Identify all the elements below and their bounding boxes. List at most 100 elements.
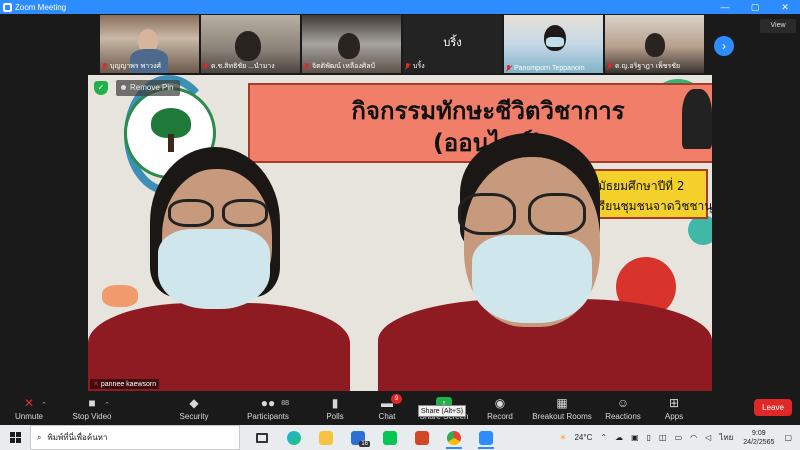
participant-thumbnail[interactable]: จิตติพัฒน์ เหลืองศิลป์	[302, 15, 401, 73]
zoom-shape	[479, 430, 493, 445]
close-button[interactable]: ✕	[770, 0, 800, 14]
participant-name: ด.ช.สิทธิชัย ...นำมาง	[211, 63, 275, 70]
maximize-button[interactable]: ▢	[740, 0, 770, 14]
weather-icon[interactable]: ☀	[555, 433, 570, 442]
edge-shape	[287, 430, 301, 445]
participant-thumbnail[interactable]: Panomporn Teppanom	[504, 15, 603, 73]
participant-name: บุญญาพร พาวงศ์	[110, 63, 161, 70]
zoom-taskbar-icon[interactable]	[470, 425, 502, 450]
task-view-shape	[256, 432, 268, 443]
participant-label: ด.ญ.อริฐาฎา เพ็ชรชัย	[607, 61, 680, 72]
muted-mic-icon: ✕	[93, 381, 99, 388]
participant-head	[235, 31, 261, 61]
record-button[interactable]: ◉ Record	[478, 392, 522, 425]
glasses-left-lens	[458, 193, 516, 235]
leave-button[interactable]: Leave	[754, 399, 792, 416]
usb-icon[interactable]: ▯	[643, 433, 655, 442]
chevron-up-icon[interactable]: ⌃	[41, 399, 47, 412]
line-app-icon[interactable]	[374, 425, 406, 450]
reactions-button[interactable]: ☺ Reactions	[598, 392, 648, 425]
video-camera-icon: ■ ⌃	[88, 395, 110, 410]
network-icon[interactable]: ◫	[655, 433, 671, 442]
shield-icon: ◆	[189, 395, 199, 410]
apps-icon: ⊞	[668, 395, 680, 410]
meeting-area: บุญญาพร พาวงศ์ ด.ช.สิทธิชัย ...นำมาง จิต…	[0, 14, 800, 392]
meeting-toolbar: ✕ ⌃ Unmute ■ ⌃ Stop Video ◆ Security ●● 88 …	[0, 392, 800, 425]
cloud-icon[interactable]: ☁	[611, 433, 627, 442]
windows-taskbar: ⌕ พิมพ์ที่นี่เพื่อค้นหา 16 ☀ 24°C ⌃ ☁ ▣ …	[0, 425, 800, 450]
participants-count: 88	[281, 399, 289, 407]
participant-label: บริ้ง	[405, 61, 425, 72]
participant-name: ด.ญ.อริฐาฎา เพ็ชรชัย	[615, 63, 681, 70]
mail-icon[interactable]: 16	[342, 425, 374, 450]
minimize-button[interactable]: —	[710, 0, 740, 14]
muted-mic-icon	[506, 65, 512, 72]
participant-thumbnail[interactable]: บุญญาพร พาวงศ์	[100, 15, 199, 73]
search-placeholder: พิมพ์ที่นี่เพื่อค้นหา	[47, 433, 108, 442]
shield-icon[interactable]: ✓	[94, 81, 108, 95]
security-label: Security	[179, 411, 209, 421]
glasses-left-lens	[168, 199, 214, 227]
task-view-icon[interactable]	[246, 425, 278, 450]
temperature[interactable]: 24°C	[570, 433, 596, 442]
participant-label: Panomporn Teppanom	[506, 65, 585, 72]
reactions-icon: ☺	[616, 395, 630, 410]
face-mask	[158, 229, 270, 309]
breakout-rooms-button[interactable]: ▦ Breakout Rooms	[530, 392, 594, 425]
reactions-label: Reactions	[605, 411, 641, 421]
input-language[interactable]: ไทย	[715, 431, 737, 444]
zoom-app-icon	[3, 2, 12, 12]
participant-label: จิตติพัฒน์ เหลืองศิลป์	[304, 61, 375, 72]
powerpoint-icon[interactable]	[406, 425, 438, 450]
view-button[interactable]: View	[760, 19, 796, 33]
apps-button[interactable]: ⊞ Apps	[652, 392, 696, 425]
clock-date: 24/2/2565	[743, 438, 775, 446]
chat-button[interactable]: ▬ 9 Chat	[362, 392, 412, 425]
breakout-rooms-icon: ▦	[556, 395, 568, 410]
muted-mic-icon	[304, 63, 310, 70]
muted-mic-icon	[405, 63, 411, 70]
background-cloud	[102, 285, 138, 307]
participant-thumbnail[interactable]: ด.ช.สิทธิชัย ...นำมาง	[201, 15, 300, 73]
stop-video-button[interactable]: ■ ⌃ Stop Video	[58, 392, 126, 425]
polls-button[interactable]: ▮ Polls	[310, 392, 360, 425]
unmute-label: Unmute	[14, 411, 43, 421]
edge-icon[interactable]	[278, 425, 310, 450]
search-icon: ⌕	[37, 432, 42, 442]
chrome-icon[interactable]	[438, 425, 470, 450]
logo-trunk	[168, 134, 174, 152]
participant-label: ด.ช.สิทธิชัย ...นำมาง	[203, 61, 275, 72]
meet-now-icon[interactable]: ▣	[627, 433, 643, 442]
presenter-shirt	[88, 303, 350, 391]
taskbar-search[interactable]: ⌕ พิมพ์ที่นี่เพื่อค้นหา	[30, 425, 240, 450]
main-video[interactable]: กิจกรรมทักษะชีวิตวิชาการ (ออนไลน์) ะดับม…	[88, 75, 712, 391]
participant-head	[645, 33, 665, 57]
start-button[interactable]	[0, 425, 30, 450]
security-button[interactable]: ◆ Security	[166, 392, 222, 425]
participant-strip: บุญญาพร พาวงศ์ ด.ช.สิทธิชัย ...นำมาง จิต…	[100, 15, 704, 73]
window-title: Zoom Meeting	[15, 2, 67, 12]
participants-label: Participants	[247, 411, 289, 421]
notification-icon[interactable]: ▢	[780, 433, 800, 442]
chevron-up-icon[interactable]: ⌃	[596, 433, 611, 442]
battery-icon[interactable]: ▭	[671, 433, 687, 442]
window-title-bar: Zoom Meeting — ▢ ✕	[0, 0, 800, 14]
remove-pin-button[interactable]: Remove Pin	[116, 80, 180, 96]
volume-icon[interactable]: ◁	[701, 433, 715, 442]
chevron-up-icon[interactable]: ⌃	[104, 399, 110, 412]
line-shape	[383, 430, 397, 445]
chat-icon: ▬ 9	[379, 393, 402, 410]
background-virus	[688, 215, 712, 245]
participant-thumbnail[interactable]: ด.ญ.อริฐาฎา เพ็ชรชัย	[605, 15, 704, 73]
clock[interactable]: 9:09 24/2/2565	[737, 429, 780, 447]
participants-button[interactable]: ●● 88 Participants	[234, 392, 302, 425]
unmute-button[interactable]: ✕ ⌃ Unmute	[0, 392, 58, 425]
next-page-arrow-icon[interactable]: ›	[714, 36, 734, 56]
glasses-right-lens	[528, 193, 586, 235]
file-explorer-icon[interactable]	[310, 425, 342, 450]
muted-mic-icon	[102, 63, 108, 70]
face-mask	[472, 235, 592, 323]
windows-logo-icon	[9, 432, 21, 443]
wifi-icon[interactable]: ◠	[686, 433, 701, 442]
participant-thumbnail[interactable]: บริ้ง บริ้ง	[403, 15, 502, 73]
